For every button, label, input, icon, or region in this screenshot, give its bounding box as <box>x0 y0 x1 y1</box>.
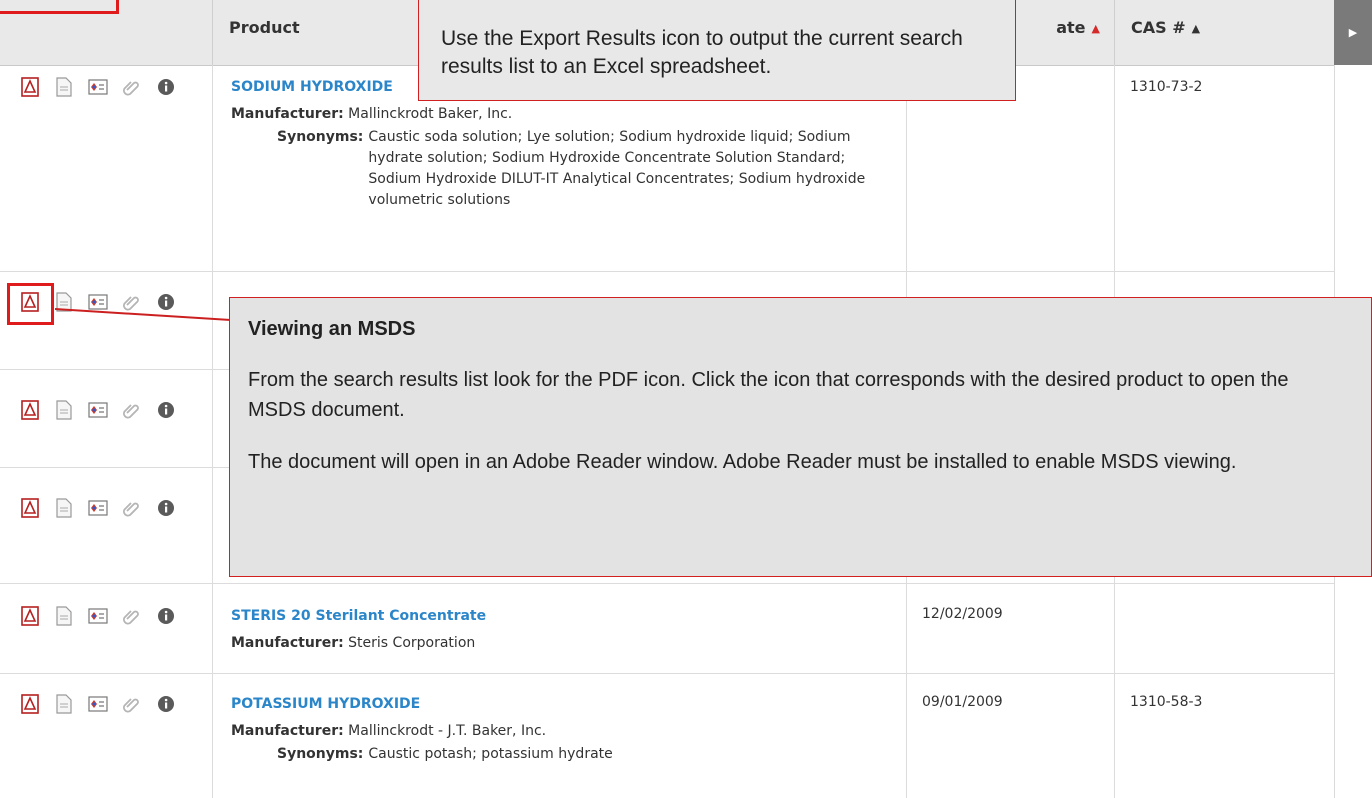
manufacturer-label: Manufacturer: <box>231 635 344 651</box>
nfpa-label-icon[interactable] <box>88 606 108 626</box>
cas-number: 1310-73-2 <box>1130 79 1203 95</box>
info-icon[interactable] <box>156 606 176 626</box>
document-icon[interactable] <box>54 498 74 518</box>
document-icon[interactable] <box>54 694 74 714</box>
table-row: POTASSIUM HYDROXIDE Manufacturer: Mallin… <box>0 674 1334 798</box>
sort-arrows-icon[interactable]: ▲︎ <box>1092 22 1100 35</box>
nfpa-label-icon[interactable] <box>88 400 108 420</box>
export-results-callout: Use the Export Results icon to output th… <box>418 0 1016 101</box>
header-cas[interactable]: CAS # ▲︎ <box>1114 0 1334 65</box>
info-icon[interactable] <box>156 694 176 714</box>
manufacturer-label: Manufacturer: <box>231 723 344 739</box>
manufacturer-value: Steris Corporation <box>348 635 476 651</box>
header-product-label: Product <box>229 18 300 37</box>
cas-number: 1310-58-3 <box>1130 694 1203 710</box>
revision-date: 12/02/2009 <box>922 606 1003 622</box>
product-cell: STERIS 20 Sterilant Concentrate Manufact… <box>231 606 871 654</box>
callout-title: Viewing an MSDS <box>248 318 416 340</box>
nfpa-label-icon[interactable] <box>88 77 108 97</box>
manufacturer-label: Manufacturer: <box>231 106 344 122</box>
document-icon[interactable] <box>54 77 74 97</box>
product-name-link[interactable]: POTASSIUM HYDROXIDE <box>231 694 871 715</box>
manufacturer-value: Mallinckrodt Baker, Inc. <box>348 106 513 122</box>
product-cell: POTASSIUM HYDROXIDE Manufacturer: Mallin… <box>231 694 871 765</box>
synonyms-line: Synonyms: Caustic soda solution; Lye solu… <box>277 127 871 211</box>
attachment-icon[interactable] <box>122 292 142 312</box>
chevron-right-icon: ▶ <box>1348 26 1358 39</box>
pdf-icon[interactable] <box>20 606 40 626</box>
header-date-label: ate <box>1056 18 1086 37</box>
synonyms-line: Synonyms: Caustic potash; potassium hydra… <box>277 744 871 765</box>
attachment-icon[interactable] <box>122 400 142 420</box>
manufacturer-line: Manufacturer: Steris Corporation <box>231 633 871 654</box>
pdf-icon[interactable] <box>20 77 40 97</box>
nfpa-label-icon[interactable] <box>88 292 108 312</box>
attachment-icon[interactable] <box>122 606 142 626</box>
export-callout-text: Use the Export Results icon to output th… <box>441 27 963 78</box>
info-icon[interactable] <box>156 498 176 518</box>
manufacturer-line: Manufacturer: Mallinckrodt - J.T. Baker,… <box>231 721 871 742</box>
pdf-icon[interactable] <box>20 498 40 518</box>
synonyms-label: Synonyms: <box>277 746 364 762</box>
synonyms-value: Caustic soda solution; Lye solution; Sod… <box>368 129 866 208</box>
table-row: STERIS 20 Sterilant Concentrate Manufact… <box>0 584 1334 674</box>
pdf-icon[interactable] <box>20 400 40 420</box>
product-name-link[interactable]: STERIS 20 Sterilant Concentrate <box>231 606 871 627</box>
row-icons <box>20 77 176 97</box>
pdf-icon[interactable] <box>20 694 40 714</box>
manufacturer-value: Mallinckrodt - J.T. Baker, Inc. <box>348 723 547 739</box>
row-icons <box>20 400 176 420</box>
export-results-highlight <box>0 0 119 14</box>
sort-arrows-icon[interactable]: ▲︎ <box>1192 22 1200 35</box>
document-icon[interactable] <box>54 606 74 626</box>
row-icons <box>20 606 176 626</box>
info-icon[interactable] <box>156 400 176 420</box>
document-icon[interactable] <box>54 400 74 420</box>
attachment-icon[interactable] <box>122 498 142 518</box>
callout-paragraph-2: The document will open in an Adobe Reade… <box>248 451 1237 473</box>
synonyms-label: Synonyms: <box>277 129 364 145</box>
row-icons <box>20 498 176 518</box>
revision-date: 09/01/2009 <box>922 694 1003 710</box>
attachment-icon[interactable] <box>122 77 142 97</box>
nfpa-label-icon[interactable] <box>88 694 108 714</box>
info-icon[interactable] <box>156 292 176 312</box>
scroll-right-button[interactable]: ▶ <box>1334 0 1372 65</box>
header-cas-label: CAS # <box>1131 18 1186 37</box>
info-icon[interactable] <box>156 77 176 97</box>
row-icons <box>20 694 176 714</box>
pdf-icon-highlight <box>7 283 54 325</box>
manufacturer-line: Manufacturer: Mallinckrodt Baker, Inc. <box>231 104 871 125</box>
callout-paragraph-1: From the search results list look for th… <box>248 369 1289 421</box>
attachment-icon[interactable] <box>122 694 142 714</box>
synonyms-value: Caustic potash; potassium hydrate <box>368 746 613 762</box>
viewing-msds-callout: Viewing an MSDS From the search results … <box>229 297 1372 577</box>
nfpa-label-icon[interactable] <box>88 498 108 518</box>
